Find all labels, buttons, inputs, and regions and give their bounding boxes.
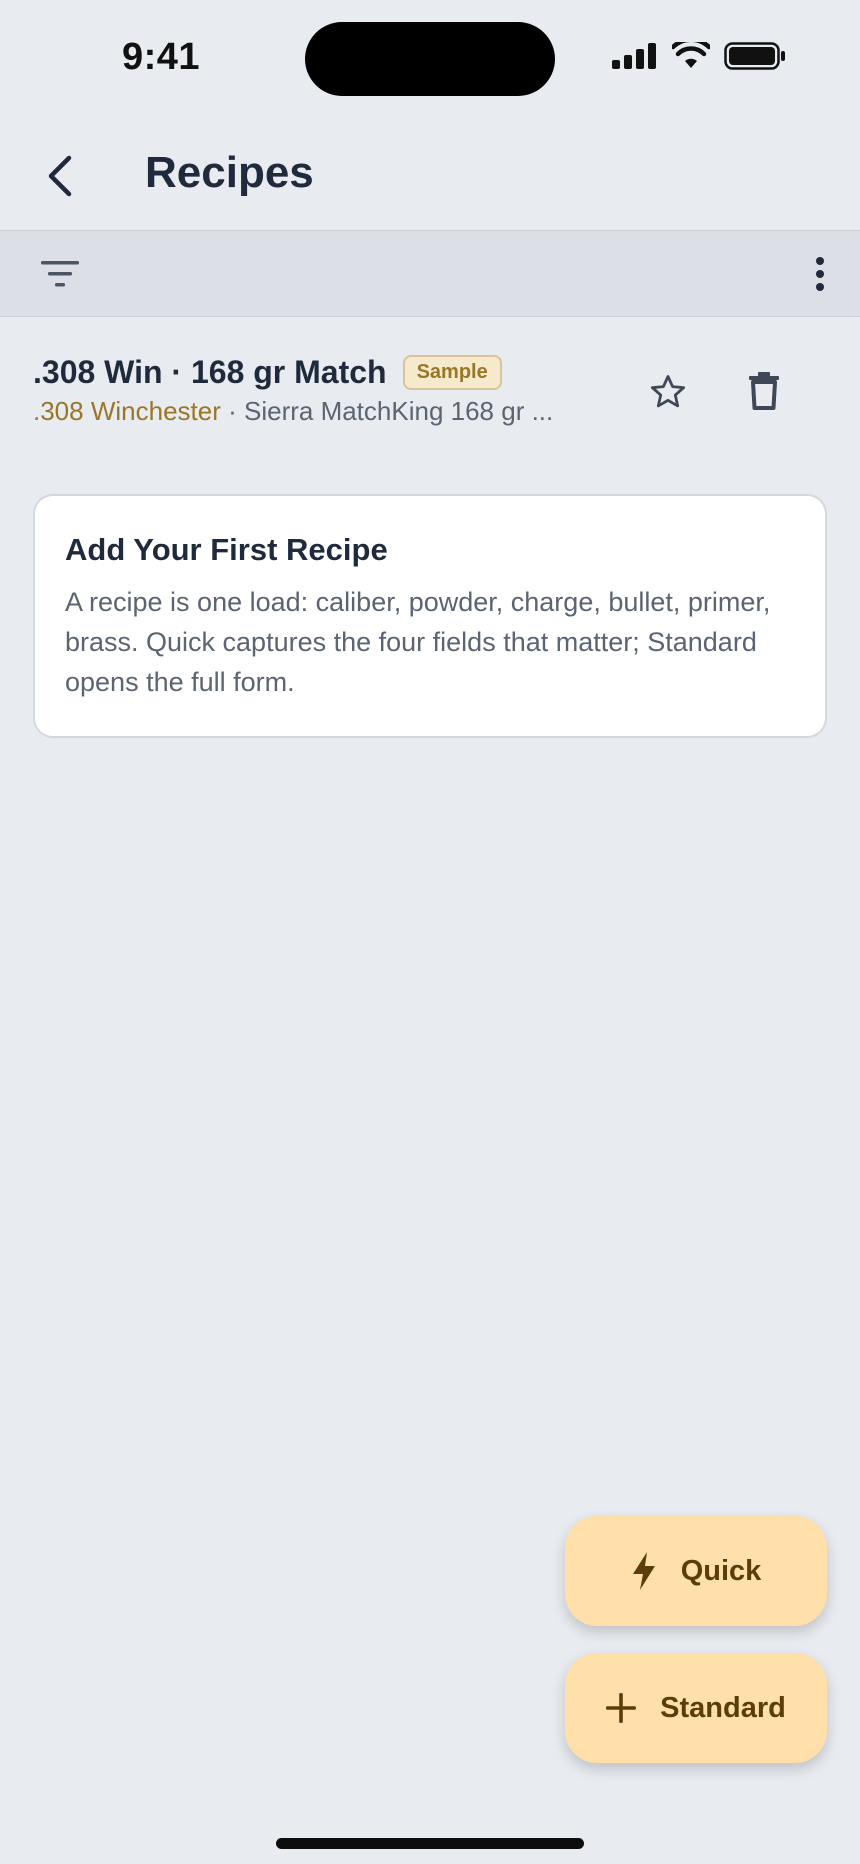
quick-add-button[interactable]: Quick — [565, 1516, 827, 1626]
star-outline-icon — [651, 375, 685, 408]
sample-badge: Sample — [402, 355, 502, 390]
recipe-title: .308 Win · 168 gr Match — [33, 354, 387, 390]
quick-add-label: Quick — [680, 1554, 762, 1587]
cellular-signal-icon — [612, 43, 656, 69]
standard-add-label: Standard — [660, 1691, 786, 1724]
dynamic-island — [305, 22, 555, 96]
plus-icon — [606, 1693, 637, 1723]
recipe-caliber: .308 Winchester — [33, 396, 221, 426]
first-recipe-info-card: Add Your First Recipe A recipe is one lo… — [33, 494, 827, 738]
home-indicator — [276, 1838, 584, 1849]
delete-button[interactable] — [740, 366, 788, 416]
app-bar: Recipes — [0, 120, 860, 230]
list-toolbar — [0, 230, 860, 317]
more-vertical-icon — [816, 257, 824, 291]
info-card-title: Add Your First Recipe — [65, 532, 388, 567]
chevron-left-icon — [48, 155, 72, 197]
standard-add-button[interactable]: Standard — [565, 1653, 827, 1763]
recipe-subtitle: .308 Winchester · Sierra MatchKing 168 g… — [33, 396, 583, 427]
battery-icon — [724, 42, 785, 70]
more-options-button[interactable] — [800, 249, 840, 299]
recipe-bullet: Sierra MatchKing 168 gr ... — [243, 396, 554, 426]
favorite-button[interactable] — [644, 368, 692, 416]
recipe-title-line: .308 Win · 168 gr Match Sample — [33, 354, 502, 391]
filter-button[interactable] — [36, 251, 84, 297]
status-time: 9:41 — [122, 36, 201, 78]
back-button[interactable] — [28, 144, 92, 208]
wifi-icon — [672, 42, 710, 68]
page-title: Recipes — [145, 148, 314, 197]
recipe-list-item[interactable]: .308 Win · 168 gr Match Sample .308 Winc… — [0, 340, 860, 440]
info-card-body: A recipe is one load: caliber, powder, c… — [65, 587, 771, 697]
trash-icon — [749, 372, 779, 410]
status-bar: 9:41 — [0, 0, 860, 110]
lightning-bolt-icon — [632, 1552, 655, 1590]
filter-icon — [41, 261, 79, 287]
recipe-subtitle-separator: · — [220, 396, 244, 426]
status-icons — [612, 42, 786, 70]
